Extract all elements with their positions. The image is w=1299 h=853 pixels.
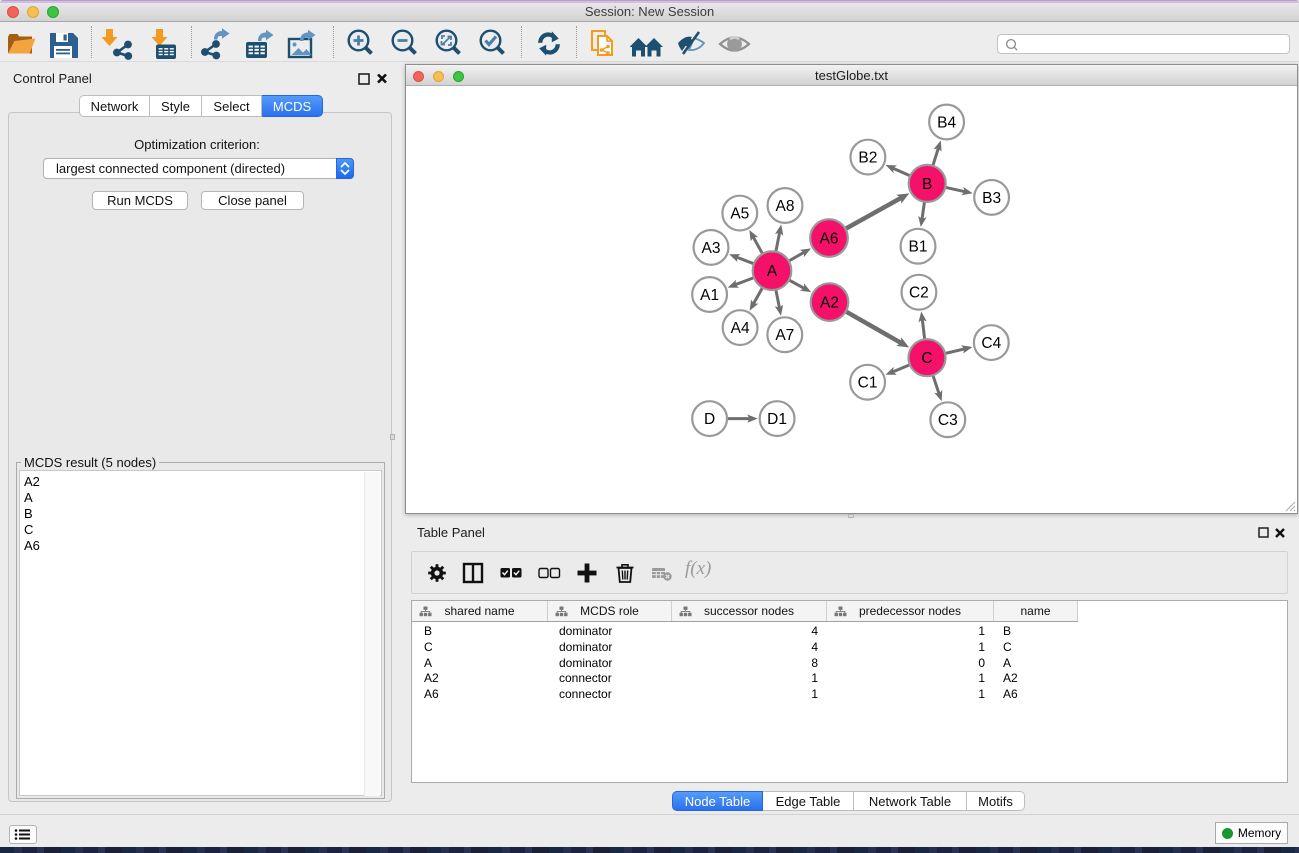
svg-text:C: C [921,350,932,367]
svg-text:B2: B2 [858,150,877,167]
svg-text:B3: B3 [982,190,1001,207]
svg-text:C2: C2 [909,285,929,302]
svg-text:B1: B1 [909,239,928,256]
svg-text:A8: A8 [776,198,795,215]
svg-text:A3: A3 [702,240,721,257]
svg-text:C1: C1 [858,375,878,392]
svg-text:D1: D1 [767,411,787,428]
svg-text:A6: A6 [820,231,839,248]
svg-text:A7: A7 [775,327,794,344]
svg-text:A5: A5 [730,206,749,223]
svg-text:A4: A4 [731,320,750,337]
svg-text:D: D [704,411,715,428]
svg-text:A2: A2 [820,295,839,312]
svg-text:A: A [767,263,778,280]
svg-text:C4: C4 [981,335,1001,352]
svg-text:C3: C3 [938,412,958,429]
svg-text:B4: B4 [937,115,956,132]
svg-text:B: B [922,176,932,193]
svg-text:A1: A1 [700,287,719,304]
